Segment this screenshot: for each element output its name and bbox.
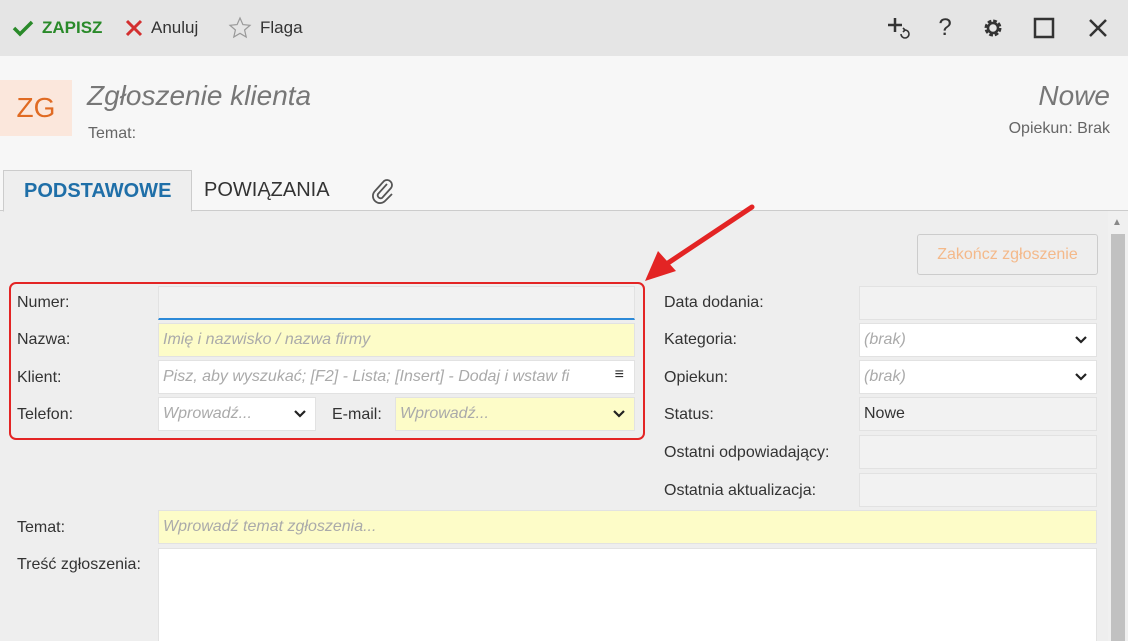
ostatni-odp-label: Ostatni odpowiadający: [664, 444, 830, 461]
data-dodania-field [859, 286, 1097, 320]
tresc-textarea[interactable] [158, 548, 1097, 641]
status-label: Status: [664, 406, 714, 423]
scrollbar[interactable]: ▲ [1108, 211, 1128, 641]
tresc-label: Treść zgłoszenia: [17, 556, 141, 573]
status-value: Nowe [864, 405, 905, 422]
add-reload-icon[interactable] [885, 14, 913, 42]
kategoria-value: (brak) [864, 331, 906, 348]
save-button[interactable]: ZAPISZ [12, 0, 102, 56]
record-header: ZG Zgłoszenie klienta Temat: Nowe Opieku… [0, 56, 1128, 170]
cancel-button[interactable]: Anuluj [125, 0, 198, 56]
status-text: Nowe [1038, 80, 1110, 111]
help-glyph: ? [938, 14, 952, 41]
tab-attachments[interactable] [350, 170, 416, 211]
star-icon [228, 16, 252, 39]
record-badge: ZG [0, 80, 72, 136]
owner-text: Opiekun: Brak [1008, 120, 1110, 137]
scroll-up-icon[interactable]: ▲ [1112, 217, 1122, 228]
x-icon [125, 19, 143, 37]
chevron-down-icon [1075, 336, 1087, 344]
data-dodania-label: Data dodania: [664, 294, 764, 311]
gear-icon[interactable] [979, 14, 1007, 42]
ostatni-odp-field [859, 435, 1097, 469]
highlight-box [9, 282, 645, 440]
temat-placeholder: Wprowadź temat zgłoszenia... [163, 518, 377, 535]
chevron-down-icon [1075, 373, 1087, 381]
help-icon[interactable]: ? [931, 14, 959, 42]
temat-label: Temat: [17, 519, 66, 536]
flag-label: Flaga [260, 18, 303, 37]
opiekun-select[interactable]: (brak) [859, 360, 1097, 394]
checkmark-icon [12, 20, 34, 37]
kategoria-select[interactable]: (brak) [859, 323, 1097, 357]
close-icon[interactable] [1084, 14, 1112, 42]
flag-button[interactable]: Flaga [228, 0, 303, 56]
tab-powiazania[interactable]: POWIĄZANIA [184, 170, 350, 211]
kategoria-label: Kategoria: [664, 331, 737, 348]
temat-field[interactable]: Wprowadź temat zgłoszenia... [158, 510, 1097, 544]
status-field: Nowe [859, 397, 1097, 431]
paperclip-icon [372, 178, 393, 204]
toolbar: ZAPISZ Anuluj Flaga ? [0, 0, 1128, 56]
ostatnia-akt-field [859, 473, 1097, 507]
opiekun-label: Opiekun: [664, 369, 729, 386]
ostatnia-akt-label: Ostatnia aktualizacja: [664, 482, 817, 499]
page-title: Zgłoszenie klienta [87, 80, 312, 111]
subject-label: Temat: [88, 125, 137, 142]
finish-ticket-button[interactable]: Zakończ zgłoszenie [917, 234, 1098, 275]
arrow-annotation [645, 204, 755, 281]
maximize-icon[interactable] [1030, 14, 1058, 42]
form-area: Zakończ zgłoszenie Numer: Nazwa: Imię i … [0, 204, 1108, 641]
cancel-label: Anuluj [151, 18, 199, 37]
tab-podstawowe[interactable]: PODSTAWOWE [3, 170, 193, 212]
save-label: ZAPISZ [42, 18, 103, 37]
tab-bar: PODSTAWOWE POWIĄZANIA [0, 170, 1128, 212]
scrollbar-thumb[interactable] [1111, 234, 1125, 641]
opiekun-value: (brak) [864, 368, 906, 385]
